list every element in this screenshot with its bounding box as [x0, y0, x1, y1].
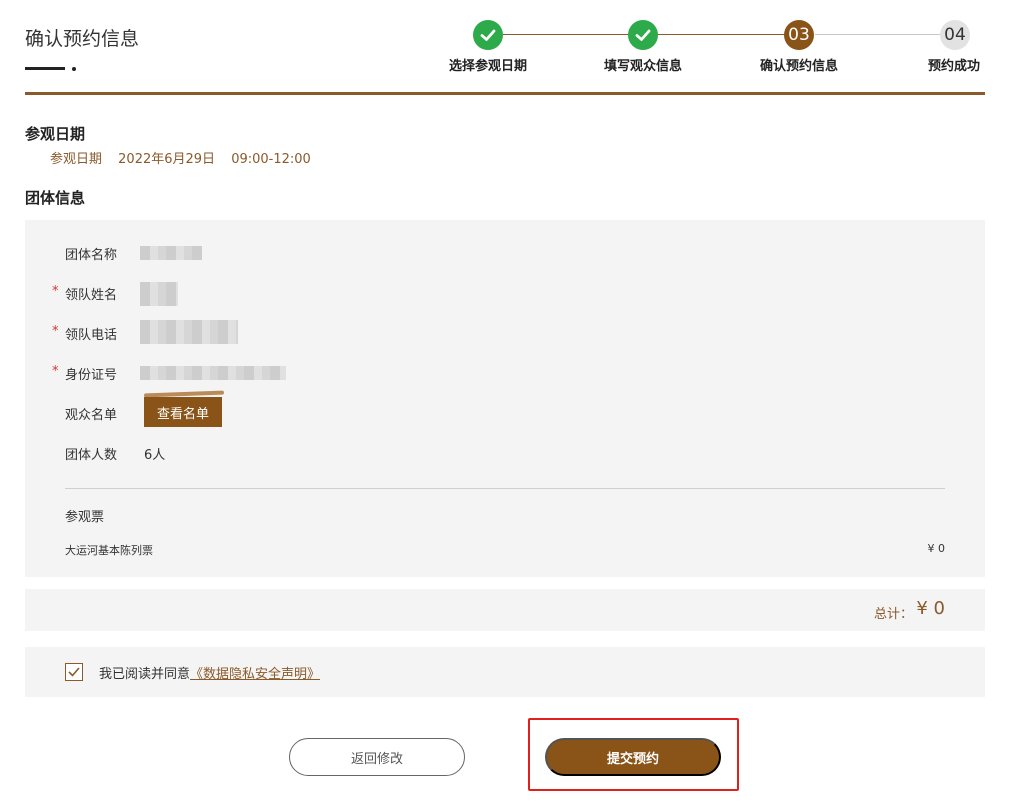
leader-phone-value-redacted — [140, 320, 238, 344]
total-value: ¥ 0 — [916, 598, 945, 619]
leader-phone-label: 领队电话 — [65, 328, 118, 343]
submit-reservation-button[interactable]: 提交预约 — [545, 738, 721, 776]
group-name-value-redacted — [140, 246, 202, 260]
group-count-value: 6人 — [144, 448, 166, 463]
agreement-text: 我已阅读并同意《数据隐私安全声明》 — [99, 663, 320, 682]
visit-date-row: 参观日期 2022年6月29日 09:00-12:00 — [50, 148, 323, 167]
total-label: 总计： — [873, 607, 913, 622]
visit-date-label: 参观日期 — [50, 152, 103, 167]
leader-name-value-redacted — [140, 282, 178, 306]
required-mark: * — [52, 324, 59, 339]
checkmark-icon — [68, 667, 80, 677]
step-label-fill-info: 填写观众信息 — [603, 59, 683, 74]
id-number-label: 身份证号 — [65, 368, 118, 383]
group-info-heading: 团体信息 — [25, 189, 86, 207]
visit-time-value: 09:00-12:00 — [231, 152, 311, 167]
agreement-prefix: 我已阅读并同意 — [99, 667, 191, 682]
audience-list-label: 观众名单 — [65, 408, 118, 423]
leader-name-label: 领队姓名 — [65, 288, 118, 303]
total-panel: 总计： ¥ 0 — [25, 589, 985, 631]
agreement-panel: 我已阅读并同意《数据隐私安全声明》 — [25, 647, 985, 697]
privacy-statement-link[interactable]: 《数据隐私安全声明》 — [190, 667, 320, 682]
group-name-label: 团体名称 — [65, 248, 118, 263]
agree-checkbox[interactable] — [65, 663, 83, 681]
visit-date-heading: 参观日期 — [25, 125, 86, 143]
step-label-select-date: 选择参观日期 — [448, 59, 528, 74]
required-mark: * — [52, 284, 59, 299]
ticket-price: ¥ 0 — [927, 542, 946, 555]
required-mark: * — [52, 364, 59, 379]
step-label-confirm: 确认预约信息 — [759, 59, 839, 74]
visit-date-value: 2022年6月29日 — [118, 152, 216, 167]
step-number-current: 03 — [784, 20, 814, 50]
back-edit-button[interactable]: 返回修改 — [289, 738, 465, 776]
check-icon — [473, 20, 503, 50]
progress-steps: 03 04 选择参观日期 填写观众信息 确认预约信息 预约成功 — [0, 0, 1027, 90]
check-icon — [628, 20, 658, 50]
step-number-todo: 04 — [940, 20, 970, 50]
step-connector — [815, 34, 940, 35]
step-label-success: 预约成功 — [927, 59, 981, 74]
panel-divider — [65, 488, 945, 489]
group-info-panel: 团体名称 * 领队姓名 * 领队电话 * 身份证号 观众名单 查看名单 团体人数… — [25, 220, 985, 577]
ticket-heading: 参观票 — [65, 510, 105, 525]
group-count-label: 团体人数 — [65, 448, 118, 463]
ticket-name: 大运河基本陈列票 — [65, 544, 153, 557]
header-divider — [25, 92, 985, 95]
step-connector — [503, 34, 628, 35]
view-list-button[interactable]: 查看名单 — [144, 397, 222, 427]
step-connector — [658, 34, 785, 35]
id-number-value-redacted — [140, 366, 286, 380]
